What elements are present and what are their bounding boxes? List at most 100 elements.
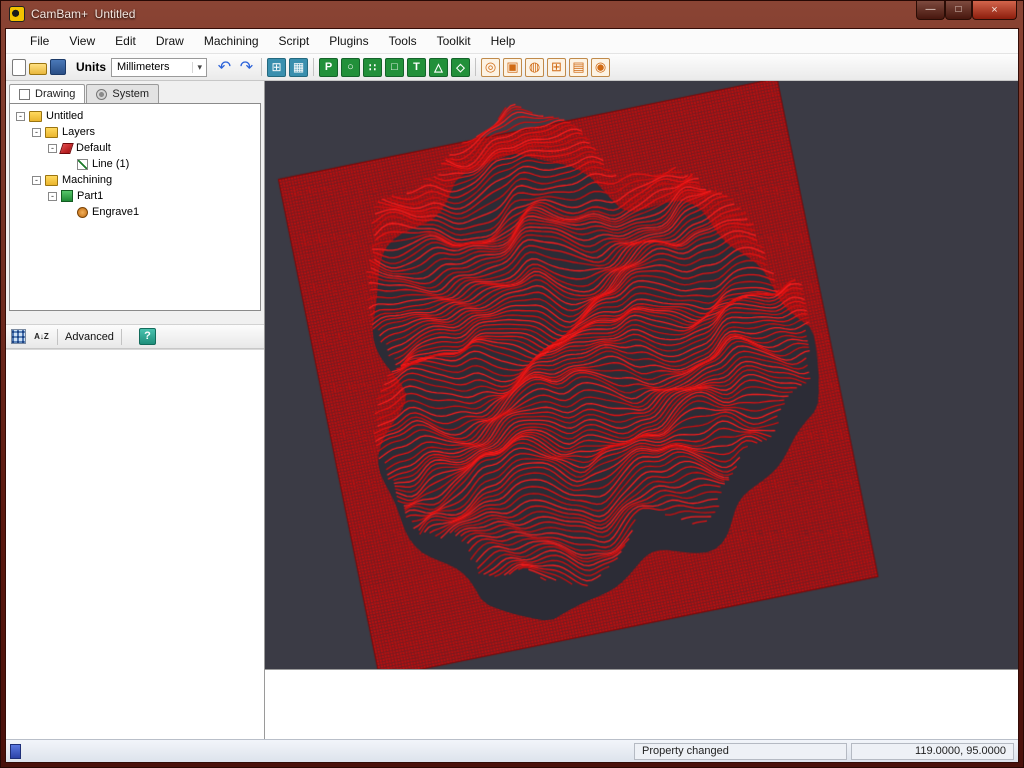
draw-region-icon[interactable]: ◇ xyxy=(451,58,470,77)
undo-icon[interactable]: ↶ xyxy=(215,58,234,77)
propbar-separator xyxy=(121,329,122,345)
toolbar: Units Millimeters ▾ ↶↷ ⊞▦ P○∷□T△◇ ◎▣◍⊞▤◉ xyxy=(6,54,1018,81)
tree-item-label: Part1 xyxy=(77,190,103,202)
tree-item-label: Default xyxy=(76,142,111,154)
tree-item-engrave1[interactable]: Engrave1 xyxy=(10,204,260,220)
wrench-icon xyxy=(96,89,107,100)
status-bar: Property changed 119.0000, 95.0000 xyxy=(6,739,1018,762)
app-window: CamBam+ Untitled — □ × FileViewEditDrawM… xyxy=(0,0,1024,768)
tree-item-label: Machining xyxy=(62,174,112,186)
tree-item-label: Untitled xyxy=(46,110,83,122)
units-label: Units xyxy=(76,60,106,74)
menu-tools[interactable]: Tools xyxy=(379,31,427,51)
machine-profile-icon[interactable]: ▣ xyxy=(503,58,522,77)
bottom-empty-panel xyxy=(265,669,1018,739)
machine-drill-icon[interactable]: ⊞ xyxy=(547,58,566,77)
draw-surface-icon[interactable]: △ xyxy=(429,58,448,77)
window-title: CamBam+ Untitled xyxy=(31,7,135,21)
menu-help[interactable]: Help xyxy=(481,31,526,51)
status-coordinates: 119.0000, 95.0000 xyxy=(851,743,1014,760)
engrave-icon xyxy=(77,207,88,218)
tree-item-machining[interactable]: - Machining xyxy=(10,172,260,188)
tree-item-line-1[interactable]: Line (1) xyxy=(10,156,260,172)
drawing-tree: -Untitled-Layers-DefaultLine (1)-Machini… xyxy=(9,103,261,311)
categorized-view-icon[interactable] xyxy=(11,329,26,344)
menu-toolkit[interactable]: Toolkit xyxy=(427,31,481,51)
show-grid-icon[interactable]: ▦ xyxy=(289,58,308,77)
maximize-button[interactable]: □ xyxy=(945,1,972,20)
folder-icon xyxy=(45,175,58,186)
properties-toolbar: A↓Z Advanced ? xyxy=(6,324,264,349)
toolbar-separator xyxy=(475,58,476,76)
close-button[interactable]: × xyxy=(972,1,1017,20)
toolbar-separator xyxy=(261,58,262,76)
help-icon[interactable]: ? xyxy=(139,328,156,345)
folder-icon xyxy=(45,127,58,138)
draw-circle-icon[interactable]: ○ xyxy=(341,58,360,77)
machine-lathe-icon[interactable]: ▤ xyxy=(569,58,588,77)
tab-drawing[interactable]: Drawing xyxy=(9,84,85,103)
toolbar-draw-group: P○∷□T△◇ xyxy=(319,58,470,77)
tree-item-untitled[interactable]: - Untitled xyxy=(10,108,260,124)
machine-engrave-icon[interactable]: ◍ xyxy=(525,58,544,77)
tree-collapse-icon[interactable]: - xyxy=(48,144,57,153)
save-file-icon[interactable] xyxy=(50,59,66,75)
draw-pointlist-icon[interactable]: ∷ xyxy=(363,58,382,77)
menu-script[interactable]: Script xyxy=(269,31,320,51)
units-dropdown[interactable]: Millimeters ▾ xyxy=(111,58,207,77)
menu-plugins[interactable]: Plugins xyxy=(319,31,378,51)
tree-item-default[interactable]: - Default xyxy=(10,140,260,156)
tree-item-label: Engrave1 xyxy=(92,206,139,218)
tree-collapse-icon[interactable]: - xyxy=(48,192,57,201)
page-icon xyxy=(19,89,30,100)
draw-polyline-icon[interactable]: P xyxy=(319,58,338,77)
alphabetical-sort-icon[interactable]: A↓Z xyxy=(33,329,50,344)
chevron-down-icon[interactable]: ▾ xyxy=(192,62,206,73)
advanced-label[interactable]: Advanced xyxy=(65,331,114,343)
propbar-separator xyxy=(57,329,58,345)
snap-grid-icon[interactable]: ⊞ xyxy=(267,58,286,77)
toolbar-file-group xyxy=(12,59,66,76)
folder-icon xyxy=(29,111,42,122)
window-controls: — □ × xyxy=(916,1,1017,20)
tab-label: Drawing xyxy=(35,88,75,100)
menu-edit[interactable]: Edit xyxy=(105,31,146,51)
units-value: Millimeters xyxy=(117,61,170,73)
properties-panel xyxy=(6,349,264,739)
menu-draw[interactable]: Draw xyxy=(146,31,194,51)
viewport-3d[interactable] xyxy=(265,81,1018,669)
tab-system[interactable]: System xyxy=(86,84,159,103)
draw-rectangle-icon[interactable]: □ xyxy=(385,58,404,77)
menu-view[interactable]: View xyxy=(59,31,105,51)
machine-3d-icon[interactable]: ◉ xyxy=(591,58,610,77)
open-file-icon[interactable] xyxy=(29,63,47,75)
redo-icon[interactable]: ↷ xyxy=(237,58,256,77)
minimize-button[interactable]: — xyxy=(916,1,945,20)
new-file-icon[interactable] xyxy=(12,59,26,76)
line-icon xyxy=(77,159,88,170)
tree-item-layers[interactable]: - Layers xyxy=(10,124,260,140)
toolbar-separator xyxy=(313,58,314,76)
tree-collapse-icon[interactable]: - xyxy=(32,128,41,137)
main-content: DrawingSystem -Untitled-Layers-DefaultLi… xyxy=(6,81,1018,739)
status-message: Property changed xyxy=(634,743,847,760)
tab-label: System xyxy=(112,88,149,100)
tree-collapse-icon[interactable]: - xyxy=(32,176,41,185)
client-area: FileViewEditDrawMachiningScriptPluginsTo… xyxy=(5,28,1019,763)
menu-machining[interactable]: Machining xyxy=(194,31,269,51)
tree-collapse-icon[interactable]: - xyxy=(16,112,25,121)
layer-icon xyxy=(59,143,74,154)
draw-text-icon[interactable]: T xyxy=(407,58,426,77)
status-grip xyxy=(10,744,21,759)
machine-pocket-icon[interactable]: ◎ xyxy=(481,58,500,77)
toolbar-view-group: ⊞▦ xyxy=(267,58,308,77)
tree-item-part1[interactable]: - Part1 xyxy=(10,188,260,204)
tree-item-label: Layers xyxy=(62,126,95,138)
menu-file[interactable]: File xyxy=(20,31,59,51)
toolbar-history-group: ↶↷ xyxy=(215,58,256,77)
left-panel: DrawingSystem -Untitled-Layers-DefaultLi… xyxy=(6,81,265,739)
part-icon xyxy=(61,190,73,202)
menu-bar: FileViewEditDrawMachiningScriptPluginsTo… xyxy=(6,29,1018,54)
viewport-panel xyxy=(265,81,1018,739)
tree-item-label: Line (1) xyxy=(92,158,129,170)
